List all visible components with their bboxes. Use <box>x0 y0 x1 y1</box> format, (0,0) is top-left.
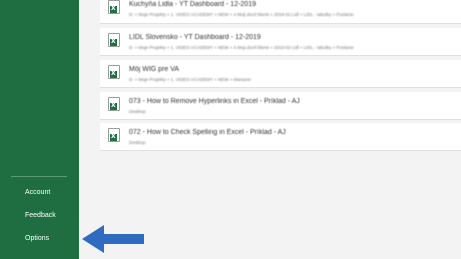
file-row[interactable]: LIDL Slovensko - YT Dashboard - 12-2019 … <box>100 28 461 56</box>
file-path: Desktop <box>129 140 146 145</box>
file-path: Desktop <box>129 109 146 114</box>
excel-file-icon <box>108 97 120 111</box>
file-name: Kuchyňa Lidla - YT Dashboard - 12-2019 <box>129 1 256 8</box>
excel-file-icon <box>108 0 120 14</box>
pointer-arrow-icon <box>82 225 144 253</box>
file-row[interactable]: Kuchyňa Lidla - YT Dashboard - 12-2019 D… <box>100 0 461 24</box>
file-row[interactable]: Môj WIG pre VA D: » Moje Projekty » 1. V… <box>100 60 461 88</box>
file-name: 073 - How to Remove Hyperlinks in Excel … <box>129 98 300 105</box>
file-path: D: » Moje Projekty » 1. VIDEO ACADEMY » … <box>129 12 354 17</box>
file-row[interactable]: 073 - How to Remove Hyperlinks in Excel … <box>100 92 461 120</box>
file-row[interactable]: 072 - How to Check Spelling in Excel - P… <box>100 123 461 151</box>
file-path: D: » Moje Projekty » 1. VIDEO ACADEMY » … <box>129 45 354 50</box>
sidebar-item-account[interactable]: Account <box>25 189 50 196</box>
sidebar-divider <box>11 176 67 177</box>
excel-file-icon <box>108 65 120 79</box>
sidebar-item-feedback[interactable]: Feedback <box>25 212 56 219</box>
excel-file-icon <box>108 128 120 142</box>
sidebar-item-options[interactable]: Options <box>25 235 49 242</box>
backstage-sidebar: Account Feedback Options <box>0 0 79 259</box>
file-path: D: » Moje Projekty » 1. VIDEO ACADEMY » … <box>129 77 251 82</box>
file-name: 072 - How to Check Spelling in Excel - P… <box>129 129 286 136</box>
main-pane: Kuchyňa Lidla - YT Dashboard - 12-2019 D… <box>79 0 461 259</box>
file-name: Môj WIG pre VA <box>129 66 180 73</box>
excel-file-icon <box>108 33 120 47</box>
file-name: LIDL Slovensko - YT Dashboard - 12-2019 <box>129 34 261 41</box>
